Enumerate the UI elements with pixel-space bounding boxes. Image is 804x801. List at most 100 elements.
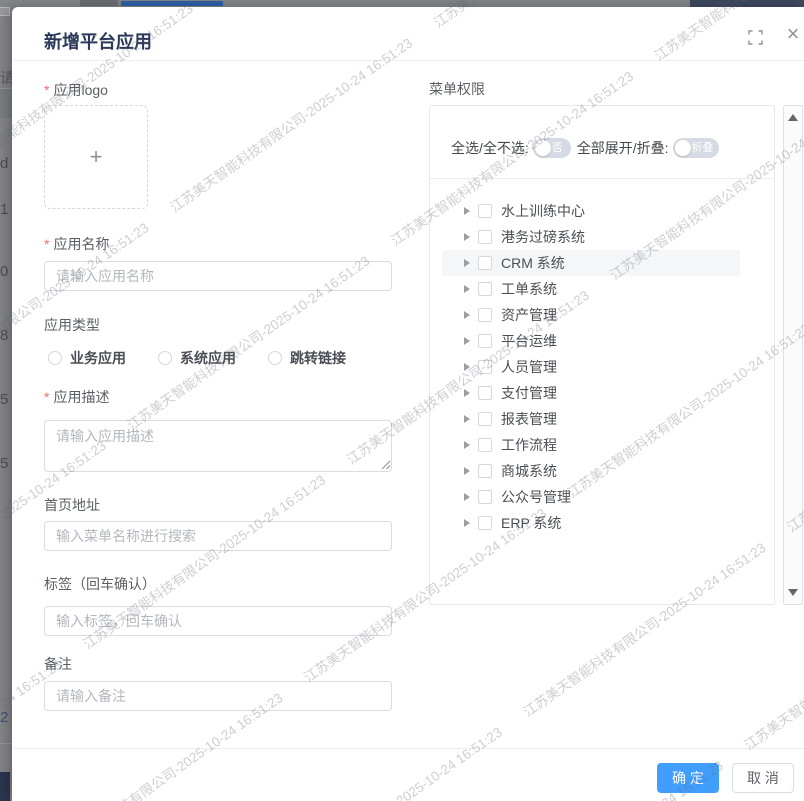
tree-checkbox[interactable] <box>478 516 492 530</box>
background-text-fragment: 5 <box>0 455 12 472</box>
radio-circle-icon[interactable] <box>158 351 172 365</box>
tree-item[interactable]: 资产管理 <box>442 302 740 328</box>
expand-caret-icon[interactable] <box>464 519 470 527</box>
radio-circle-icon[interactable] <box>48 351 62 365</box>
cancel-button[interactable]: 取 消 <box>732 763 794 793</box>
tree-checkbox[interactable] <box>478 282 492 296</box>
tree-checkbox[interactable] <box>478 308 492 322</box>
tree-item[interactable]: 人员管理 <box>442 354 740 380</box>
scroll-down-arrow-icon[interactable] <box>788 589 798 596</box>
expand-collapse-toggle[interactable]: 折叠 <box>673 138 719 158</box>
tree-checkbox[interactable] <box>478 360 492 374</box>
tree-item-label: 水上训练中心 <box>501 201 585 221</box>
app-desc-textarea[interactable] <box>44 420 392 472</box>
tree-checkbox[interactable] <box>478 204 492 218</box>
select-all-toggle[interactable]: 否 <box>533 138 571 158</box>
dialog-title: 新增平台应用 <box>44 28 152 54</box>
expand-caret-icon[interactable] <box>464 415 470 423</box>
logo-upload-button[interactable]: + <box>44 105 148 209</box>
footer-divider <box>12 748 804 749</box>
tree-item-label: 平台运维 <box>501 331 557 351</box>
app-desc-label: 应用描述 <box>44 387 109 407</box>
tree-checkbox[interactable] <box>478 256 492 270</box>
background-text-fragment: 8 <box>0 327 12 344</box>
tree-item[interactable]: 工单系统 <box>442 276 740 302</box>
tree-item[interactable]: ERP 系统 <box>442 510 740 536</box>
tree-item[interactable]: CRM 系统 <box>442 250 740 276</box>
background-table-header-fragment <box>0 89 12 118</box>
home-url-label: 首页地址 <box>44 495 100 515</box>
tree-item-label: ERP 系统 <box>501 513 561 533</box>
tree-controls-row: 全选/全不选: 否 全部展开/折叠: 折叠 <box>451 137 725 159</box>
background-text-fragment: 5 <box>0 391 12 408</box>
expand-caret-icon[interactable] <box>464 285 470 293</box>
tree-checkbox[interactable] <box>478 386 492 400</box>
tree-checkbox[interactable] <box>478 464 492 478</box>
background-text-fragment: d <box>0 155 12 172</box>
tree-item[interactable]: 平台运维 <box>442 328 740 354</box>
expand-caret-icon[interactable] <box>464 207 470 215</box>
expand-caret-icon[interactable] <box>464 337 470 345</box>
background-page-top-strip <box>0 0 804 7</box>
radio-system-app[interactable]: 系统应用 <box>158 348 236 368</box>
panel-divider <box>430 178 774 179</box>
expand-caret-icon[interactable] <box>464 493 470 501</box>
panel-scrollbar[interactable] <box>783 105 803 605</box>
tree-checkbox[interactable] <box>478 490 492 504</box>
background-input-fragment <box>0 7 10 16</box>
remark-label: 备注 <box>44 654 72 674</box>
tree-item[interactable]: 公众号管理 <box>442 484 740 510</box>
expand-caret-icon[interactable] <box>464 233 470 241</box>
header-divider <box>12 60 804 61</box>
close-icon[interactable]: × <box>782 21 804 47</box>
tree-item[interactable]: 工作流程 <box>442 432 740 458</box>
toggle-knob <box>675 140 691 156</box>
remark-input[interactable] <box>44 681 392 711</box>
background-header-segment <box>80 0 118 6</box>
scroll-up-arrow-icon[interactable] <box>788 114 798 121</box>
tags-label: 标签（回车确认） <box>44 574 156 594</box>
plus-icon: + <box>90 144 103 170</box>
select-all-label: 全选/全不选: <box>451 138 529 158</box>
tree-checkbox[interactable] <box>478 412 492 426</box>
background-text-fragment: 请 <box>0 67 12 88</box>
tree-item[interactable]: 报表管理 <box>442 406 740 432</box>
menu-permission-tree: 水上训练中心 港务过磅系统 CRM 系统 工单系统 资产管理 平台运维 人员管理… <box>430 198 774 536</box>
tree-item-label: 资产管理 <box>501 305 557 325</box>
tree-item[interactable]: 港务过磅系统 <box>442 224 740 250</box>
tree-checkbox[interactable] <box>478 438 492 452</box>
tree-item-label: CRM 系统 <box>501 253 565 273</box>
expand-caret-icon[interactable] <box>464 259 470 267</box>
toggle-knob <box>535 140 551 156</box>
app-name-label: 应用名称 <box>44 234 109 254</box>
tree-item-label: 报表管理 <box>501 409 557 429</box>
tree-item-label: 人员管理 <box>501 357 557 377</box>
home-url-input[interactable] <box>44 521 392 551</box>
radio-circle-icon[interactable] <box>268 351 282 365</box>
expand-caret-icon[interactable] <box>464 389 470 397</box>
add-platform-app-dialog: 新增平台应用 × 应用logo + 应用名称 应用类型 业务应用 系统应用 跳转… <box>12 7 804 801</box>
tree-item[interactable]: 支付管理 <box>442 380 740 406</box>
tree-item-label: 港务过磅系统 <box>501 227 585 247</box>
tree-checkbox[interactable] <box>478 334 492 348</box>
expand-caret-icon[interactable] <box>464 441 470 449</box>
expand-caret-icon[interactable] <box>464 363 470 371</box>
confirm-button[interactable]: 确 定 <box>657 763 719 793</box>
background-page-left-strip: 请d108552 <box>0 7 12 801</box>
tree-item-label: 公众号管理 <box>501 487 571 507</box>
background-text-fragment: 0 <box>0 263 12 280</box>
app-name-input[interactable] <box>44 261 392 291</box>
tags-input[interactable] <box>44 606 392 636</box>
tree-item[interactable]: 商城系统 <box>442 458 740 484</box>
tree-item[interactable]: 水上训练中心 <box>442 198 740 224</box>
background-pagination-fragment <box>0 772 10 801</box>
app-logo-label: 应用logo <box>44 80 108 100</box>
radio-jump-link[interactable]: 跳转链接 <box>268 348 346 368</box>
expand-caret-icon[interactable] <box>464 467 470 475</box>
app-type-label: 应用类型 <box>44 315 100 335</box>
expand-caret-icon[interactable] <box>464 311 470 319</box>
tree-checkbox[interactable] <box>478 230 492 244</box>
background-text-fragment: 2 <box>0 709 12 726</box>
fullscreen-icon[interactable] <box>748 30 763 45</box>
radio-business-app[interactable]: 业务应用 <box>48 348 126 368</box>
